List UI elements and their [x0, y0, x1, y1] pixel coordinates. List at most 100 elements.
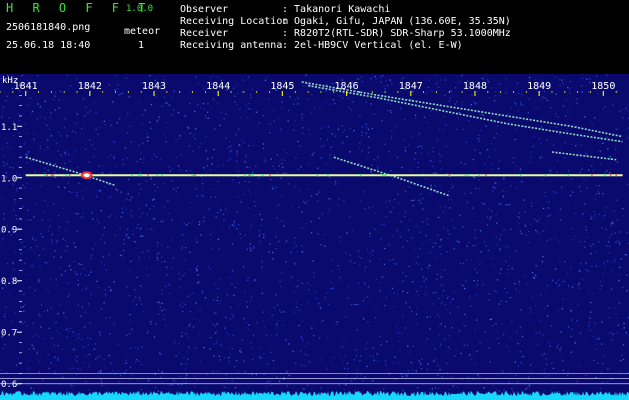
- noise-speck: [171, 219, 173, 221]
- noise-speck: [359, 142, 361, 145]
- header-panel: H R O F F T 1.0.0 2506181840.png 25.06.1…: [0, 0, 629, 74]
- noise-speck: [109, 196, 112, 198]
- noise-speck: [440, 168, 442, 170]
- noise-speck: [426, 338, 429, 340]
- noise-speck: [298, 324, 300, 327]
- noise-speck: [542, 230, 545, 232]
- noise-speck: [364, 269, 366, 271]
- noise-speck: [236, 152, 238, 154]
- noise-speck: [604, 215, 606, 217]
- noise-speck: [97, 370, 100, 373]
- noise-speck: [310, 112, 312, 114]
- carrier-fleck: [137, 174, 140, 177]
- noise-speck: [585, 337, 587, 339]
- noise-speck: [121, 207, 123, 209]
- noise-speck: [471, 358, 473, 360]
- app-version: 1.0.0: [126, 4, 154, 14]
- noise-speck: [263, 320, 265, 323]
- noise-speck: [117, 84, 119, 86]
- noise-speck: [590, 311, 592, 313]
- noise-speck: [3, 165, 5, 167]
- noise-speck: [442, 129, 444, 131]
- noise-speck: [403, 100, 406, 102]
- noise-speck: [175, 191, 177, 193]
- noise-speck: [71, 385, 73, 387]
- x-tick-label: 1844: [206, 81, 230, 92]
- noise-speck: [405, 146, 407, 148]
- noise-speck: [53, 344, 55, 347]
- noise-speck: [421, 358, 423, 360]
- noise-speck: [106, 157, 109, 159]
- noise-speck: [151, 158, 153, 161]
- noise-speck: [281, 272, 283, 274]
- noise-speck: [140, 152, 142, 155]
- noise-speck: [307, 282, 309, 284]
- noise-speck: [246, 116, 249, 118]
- noise-speck: [287, 120, 289, 122]
- noise-speck: [3, 213, 5, 215]
- noise-speck: [389, 109, 392, 112]
- noise-speck: [8, 293, 10, 295]
- noise-speck: [139, 299, 141, 301]
- noise-speck: [202, 179, 204, 181]
- noise-speck: [91, 212, 93, 214]
- noise-speck: [395, 263, 398, 265]
- noise-speck: [185, 367, 187, 369]
- noise-speck: [101, 165, 103, 167]
- noise-speck: [340, 240, 342, 242]
- noise-speck: [51, 241, 53, 243]
- noise-speck: [138, 101, 140, 103]
- x-tick-label: 1848: [463, 81, 487, 92]
- noise-speck: [211, 157, 214, 159]
- noise-speck: [76, 195, 78, 197]
- noise-speck: [400, 373, 402, 375]
- noise-speck: [85, 288, 87, 290]
- noise-speck: [596, 343, 598, 345]
- noise-speck: [158, 116, 160, 118]
- noise-speck: [438, 334, 440, 337]
- x-tick-label: 1845: [270, 81, 294, 92]
- noise-speck: [153, 205, 155, 207]
- noise-speck: [283, 377, 285, 379]
- noise-speck: [409, 351, 412, 353]
- noise-speck: [164, 309, 167, 311]
- noise-speck: [239, 108, 241, 110]
- noise-speck: [347, 97, 349, 99]
- noise-speck: [37, 281, 40, 283]
- noise-speck: [402, 390, 404, 392]
- noise-speck: [329, 176, 331, 178]
- noise-speck: [585, 229, 587, 231]
- noise-speck: [74, 150, 76, 152]
- noise-speck: [448, 199, 450, 201]
- noise-speck: [210, 337, 212, 339]
- noise-speck: [84, 115, 86, 117]
- noise-speck: [270, 178, 272, 181]
- noise-speck: [91, 254, 94, 256]
- noise-speck: [114, 89, 116, 91]
- noise-speck: [400, 107, 402, 110]
- noise-speck: [617, 302, 620, 305]
- noise-speck: [313, 272, 315, 274]
- noise-speck: [236, 359, 238, 362]
- noise-speck: [301, 119, 303, 121]
- noise-speck: [456, 101, 458, 103]
- noise-speck: [178, 352, 180, 354]
- noise-speck: [416, 225, 418, 227]
- location-value: : Ogaki, Gifu, JAPAN (136.60E, 35.35N): [282, 16, 511, 27]
- noise-speck: [73, 349, 75, 351]
- noise-speck: [600, 162, 602, 165]
- noise-speck: [230, 145, 232, 147]
- noise-speck: [69, 160, 71, 163]
- noise-speck: [474, 329, 476, 331]
- noise-speck: [492, 163, 494, 166]
- noise-speck: [99, 334, 101, 336]
- noise-speck: [320, 359, 322, 361]
- noise-speck: [425, 286, 427, 288]
- noise-speck: [217, 238, 219, 240]
- noise-speck: [365, 132, 367, 134]
- noise-speck: [8, 117, 10, 119]
- noise-speck: [505, 92, 507, 94]
- noise-speck: [29, 359, 31, 361]
- noise-speck: [229, 277, 231, 279]
- noise-speck: [342, 361, 345, 363]
